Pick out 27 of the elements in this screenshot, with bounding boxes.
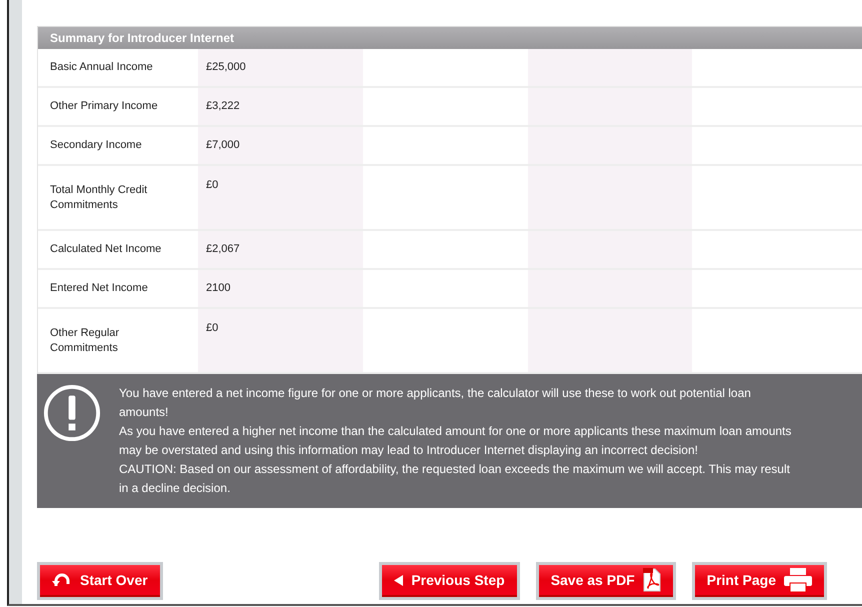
- exclamation-icon: [43, 384, 101, 442]
- table-header: Summary for Introducer Internet: [38, 27, 862, 49]
- row-label: Other Primary Income: [49, 99, 159, 114]
- row-label: Secondary Income: [49, 138, 143, 153]
- previous-step-button[interactable]: Previous Step: [382, 565, 517, 597]
- table-cell: £3,222: [198, 88, 363, 125]
- table-cell: 2100: [198, 270, 363, 307]
- print-button[interactable]: Print Page: [694, 565, 824, 597]
- warning-message: You have entered a net income figure for one or more applicants, the calculator will use these to work out potential loan amounts!: [119, 385, 752, 421]
- row-label: Other Regular Commitments: [49, 326, 120, 356]
- table-cell: £0: [198, 166, 363, 229]
- pdf-file-icon: [642, 568, 661, 592]
- printer-icon: [784, 568, 812, 592]
- start-over-button[interactable]: Start Over: [40, 565, 160, 597]
- row-label: Entered Net Income: [49, 281, 149, 296]
- left-triangle-icon: [394, 574, 404, 586]
- row-label: Total Monthly Credit Commitments: [49, 182, 148, 212]
- warning-message: As you have entered a higher net income than the calculated amount for one or more applicants these maximum loan amounts may be overstated and using this information may lead to Introducer Internet displaying an incorrect decision!: [119, 423, 792, 459]
- table-cell: £0: [198, 309, 363, 372]
- undo-arrow-icon: [52, 573, 72, 587]
- table-cell: £25,000: [198, 49, 363, 86]
- save-pdf-button[interactable]: Save as PDF: [538, 565, 673, 597]
- row-label: Basic Annual Income: [49, 60, 154, 75]
- table-cell: £2,067: [198, 231, 363, 268]
- warning-message: CAUTION: Based on our assessment of affordability, the requested loan exceeds the maximum we will accept. This may result in a decline decision.: [119, 461, 791, 497]
- table-cell: £7,000: [198, 127, 363, 164]
- row-label: Calculated Net Income: [49, 242, 162, 257]
